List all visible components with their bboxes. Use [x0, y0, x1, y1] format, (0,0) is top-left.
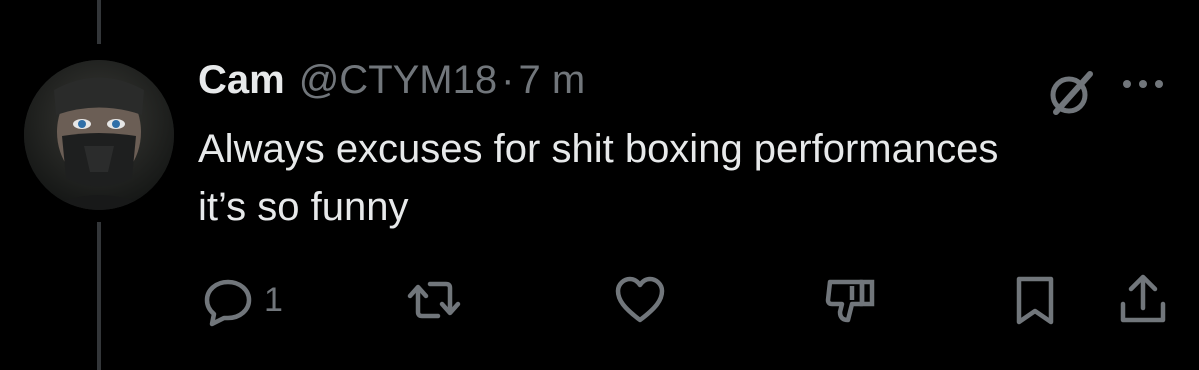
- reply-button[interactable]: 1: [200, 270, 283, 330]
- tweet-text: Always excuses for shit boxing performan…: [198, 127, 999, 229]
- thumbs-down-icon: [825, 279, 875, 323]
- share-button[interactable]: [1116, 270, 1170, 330]
- action-bar: 1: [0, 270, 1199, 330]
- grok-icon[interactable]: [1044, 66, 1098, 120]
- like-button[interactable]: [612, 270, 668, 330]
- tweet-header: Cam @CTYM18 · 7 m: [198, 58, 585, 114]
- timestamp[interactable]: 7 m: [518, 58, 585, 103]
- author-name[interactable]: Cam: [198, 58, 285, 103]
- dislike-button[interactable]: [822, 270, 878, 330]
- reply-count: 1: [264, 280, 283, 319]
- masked-person-avatar-icon: [24, 60, 174, 210]
- more-icon[interactable]: [1117, 74, 1169, 94]
- tweet[interactable]: Cam @CTYM18 · 7 m Always excuses for shi…: [0, 0, 1199, 370]
- separator-dot: ·: [501, 58, 515, 102]
- bookmark-button[interactable]: [1010, 270, 1060, 330]
- heart-icon: [615, 276, 665, 323]
- author-handle[interactable]: @CTYM18: [299, 58, 497, 103]
- share-icon: [1120, 274, 1166, 323]
- bookmark-icon: [1016, 276, 1054, 325]
- avatar[interactable]: [24, 60, 174, 210]
- retweet-button[interactable]: [404, 270, 464, 330]
- reply-icon: [204, 279, 252, 327]
- retweet-icon: [407, 281, 461, 319]
- thread-line-top: [97, 0, 101, 44]
